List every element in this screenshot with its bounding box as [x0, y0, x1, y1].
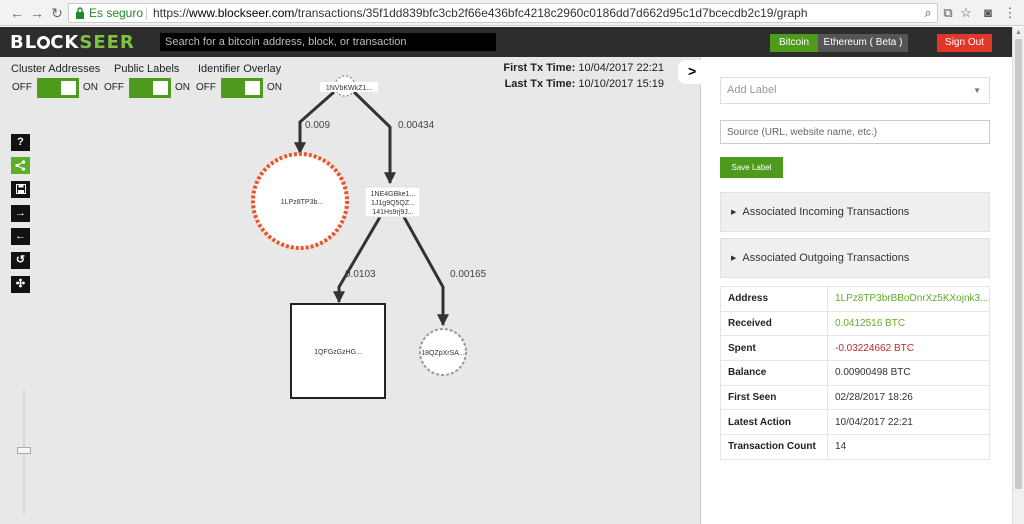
address-node-left[interactable]: 1LPz8TP3b... [251, 152, 349, 250]
caret-right-icon: ▶ [731, 255, 737, 262]
root-node[interactable]: 1NVbKWkZ1... [320, 75, 378, 97]
incoming-transactions-accordion[interactable]: ▶ Associated Incoming Transactions [720, 192, 990, 232]
ethereum-button[interactable]: Ethereum ( Beta ) [818, 34, 908, 52]
scroll-up-arrow-icon[interactable]: ▲ [1015, 29, 1022, 36]
app-header: BL CKSEER Bitcoin Ethereum ( Beta ) Sign … [0, 27, 1012, 57]
address-details-panel: > Add Label ▼ Save Label ▶ Associated Inc… [678, 57, 1012, 524]
edge-root-to-middle [352, 90, 396, 185]
latest-action-value: 10/04/2017 22:21 [827, 409, 990, 436]
table-row: Spent -0.03224662 BTC [720, 335, 990, 362]
address-node-small-label: 18QZpXrSA... [421, 350, 465, 357]
incoming-transactions-label: Associated Incoming Transactions [742, 206, 910, 218]
address-node-square[interactable]: 1QFGzGzHG... [290, 303, 386, 399]
edge-label-middle-square: 0.0103 [345, 269, 376, 280]
address-node-left-label: 1LPz8TP3b... [281, 199, 323, 206]
save-label-button[interactable]: Save Label [720, 157, 783, 178]
address-node-small[interactable]: 18QZpXrSA... [419, 328, 467, 376]
latest-action-key: Latest Action [720, 409, 828, 436]
cluster-node-middle[interactable]: 1NE4GBke1... 1J1g9Q5QZ... 141Hs9rj9J... [364, 186, 421, 218]
logo-o-icon [37, 36, 51, 49]
scroll-thumb[interactable] [1015, 39, 1022, 489]
table-row: Received 0.0412516 BTC [720, 310, 990, 337]
bookmark-star-icon[interactable]: ☆ [958, 5, 974, 21]
search-input[interactable] [160, 33, 496, 51]
bitcoin-button[interactable]: Bitcoin [770, 34, 818, 52]
url-path: /transactions/35f1dd839bfc3cb2f66e436bfc… [294, 6, 808, 20]
logo-text-part1: BL [10, 32, 38, 53]
address-info-table: Address 1LPz8TP3brBBoDnrXz5KXojnk3... Re… [720, 286, 990, 460]
received-value: 0.0412516 BTC [827, 310, 990, 337]
edge-label-middle-small: 0.00165 [450, 269, 487, 280]
transaction-count-value: 14 [827, 434, 990, 460]
back-arrow-icon[interactable]: ← [8, 4, 26, 22]
logo-text-seer: SEER [79, 32, 135, 53]
graph-canvas[interactable]: Cluster Addresses Public Labels Identifi… [0, 57, 700, 524]
blockseer-logo[interactable]: BL CKSEER [10, 32, 135, 53]
caret-right-icon: ▶ [731, 209, 737, 216]
sign-out-button[interactable]: Sign Out [937, 34, 992, 52]
menu-dots-icon[interactable]: ⋮ [1002, 5, 1018, 21]
transaction-graph: 0.009 0.00434 0.0103 0.00165 1NVbKWkZ1..… [251, 75, 487, 399]
extension-icon[interactable]: ◙ [980, 5, 996, 21]
url-host: www.blockseer.com [189, 6, 295, 20]
lock-icon [76, 7, 84, 19]
spent-value: -0.03224662 BTC [827, 335, 990, 362]
received-key: Received [720, 310, 828, 337]
balance-key: Balance [720, 360, 828, 386]
logo-text-part2: CK [50, 32, 80, 53]
table-row: Latest Action 10/04/2017 22:21 [720, 409, 990, 436]
table-row: First Seen 02/28/2017 18:26 [720, 384, 990, 411]
url-text: https://www.blockseer.com/transactions/3… [153, 4, 808, 22]
translate-icon[interactable]: ⧉ [940, 5, 956, 21]
cluster-node-line2: 1J1g9Q5QZ... [371, 200, 415, 207]
collapse-panel-button[interactable]: > [678, 60, 706, 84]
address-value[interactable]: 1LPz8TP3brBBoDnrXz5KXojnk3... [827, 286, 990, 312]
page-scrollbar[interactable]: ▲ [1012, 27, 1024, 524]
edge-label-root-middle: 0.00434 [398, 120, 435, 131]
table-row: Address 1LPz8TP3brBBoDnrXz5KXojnk3... [720, 286, 990, 312]
outgoing-transactions-label: Associated Outgoing Transactions [742, 252, 910, 264]
browser-toolbar: ← → ↻ Es seguro https://www.blockseer.co… [0, 0, 1024, 26]
address-bar[interactable]: Es seguro https://www.blockseer.com/tran… [68, 3, 938, 23]
forward-arrow-icon[interactable]: → [28, 4, 46, 22]
balance-value: 0.00900498 BTC [827, 360, 990, 386]
address-separator [146, 7, 147, 20]
add-label-placeholder: Add Label [727, 84, 777, 96]
edge-middle-to-square [333, 216, 382, 304]
outgoing-transactions-accordion[interactable]: ▶ Associated Outgoing Transactions [720, 238, 990, 278]
url-scheme: https:// [153, 6, 190, 20]
edge-label-root-left: 0.009 [305, 120, 330, 131]
edge-middle-to-small [402, 216, 449, 327]
reload-icon[interactable]: ↻ [48, 4, 66, 22]
source-input[interactable] [720, 120, 990, 144]
cluster-node-line3: 141Hs9rj9J... [372, 209, 413, 216]
dropdown-caret-icon: ▼ [973, 86, 981, 95]
first-seen-value: 02/28/2017 18:26 [827, 384, 990, 411]
spent-key: Spent [720, 335, 828, 362]
transaction-count-key: Transaction Count [720, 434, 828, 460]
address-key: Address [720, 286, 828, 312]
secure-text: Es seguro [89, 6, 144, 20]
cluster-node-line1: 1NE4GBke1... [371, 191, 416, 198]
zoom-icon[interactable]: ⌕ [920, 5, 936, 21]
first-seen-key: First Seen [720, 384, 828, 411]
table-row: Balance 0.00900498 BTC [720, 360, 990, 386]
add-label-select[interactable]: Add Label ▼ [720, 77, 990, 104]
table-row: Transaction Count 14 [720, 434, 990, 460]
root-node-label: 1NVbKWkZ1... [326, 85, 372, 92]
address-node-square-label: 1QFGzGzHG... [314, 349, 362, 356]
